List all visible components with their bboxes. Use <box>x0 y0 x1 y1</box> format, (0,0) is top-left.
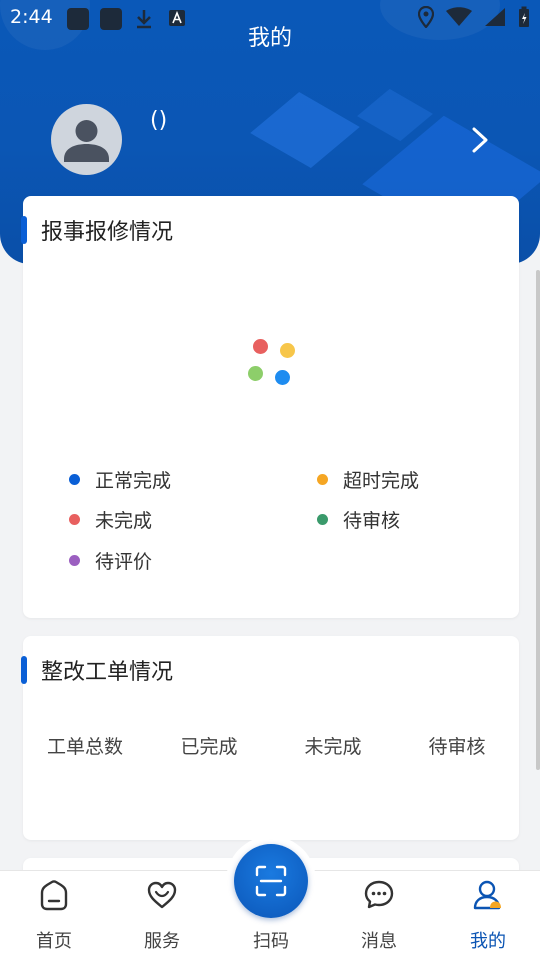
loading-dot <box>253 339 268 354</box>
nav-label: 服务 <box>144 931 180 952</box>
legend-item: 待审核 <box>317 506 400 533</box>
legend-item: 超时完成 <box>317 466 419 493</box>
heart-icon <box>147 881 177 909</box>
legend-dot <box>317 514 328 525</box>
legend-dot <box>69 555 80 566</box>
loading-dot <box>280 343 295 358</box>
nav-profile[interactable]: 我的 <box>438 871 538 960</box>
legend-label: 待审核 <box>343 510 401 532</box>
loading-dot <box>275 370 290 385</box>
stat-completed[interactable]: 已完成 <box>149 732 269 759</box>
nav-label: 扫码 <box>253 931 289 952</box>
repair-status-card: 报事报修情况 正常完成 超时完成 未完成 待审核 待评价 <box>21 196 519 618</box>
message-icon <box>364 880 394 909</box>
card-title: 报事报修情况 <box>41 220 174 245</box>
nav-label: 我的 <box>470 931 506 952</box>
legend-label: 未完成 <box>95 510 153 532</box>
loading-dot <box>248 366 263 381</box>
nav-label: 消息 <box>361 931 397 952</box>
legend-item: 待评价 <box>69 547 152 574</box>
legend-label: 待评价 <box>95 551 153 573</box>
scan-button[interactable] <box>234 844 308 918</box>
legend-dot <box>69 514 80 525</box>
title-accent <box>21 216 27 244</box>
stat-incomplete[interactable]: 未完成 <box>273 732 393 759</box>
nav-messages[interactable]: 消息 <box>329 871 429 960</box>
profile-icon <box>473 880 501 910</box>
scrollbar[interactable] <box>536 270 540 770</box>
title-accent <box>21 656 27 684</box>
page-title: 我的 <box>247 26 292 51</box>
legend-dot <box>69 474 80 485</box>
home-icon <box>40 880 68 911</box>
avatar[interactable] <box>51 104 122 175</box>
legend-item: 正常完成 <box>69 466 171 493</box>
legend-label: 超时完成 <box>343 470 420 492</box>
legend-label: 正常完成 <box>95 470 172 492</box>
rectify-order-card: 整改工单情况 工单总数 已完成 未完成 待审核 <box>21 636 519 840</box>
stat-pending-review[interactable]: 待审核 <box>397 732 517 759</box>
legend-item: 未完成 <box>69 506 152 533</box>
card-title: 整改工单情况 <box>41 660 174 685</box>
scan-icon <box>255 865 287 897</box>
chevron-right-icon[interactable] <box>468 126 492 154</box>
user-icon <box>64 120 109 162</box>
header-decoration <box>250 91 360 169</box>
nav-home[interactable]: 首页 <box>4 871 104 960</box>
nav-label: 首页 <box>36 931 72 952</box>
legend-dot <box>317 474 328 485</box>
stat-total-orders[interactable]: 工单总数 <box>25 732 145 759</box>
username[interactable]: () <box>150 108 167 133</box>
nav-service[interactable]: 服务 <box>112 871 212 960</box>
